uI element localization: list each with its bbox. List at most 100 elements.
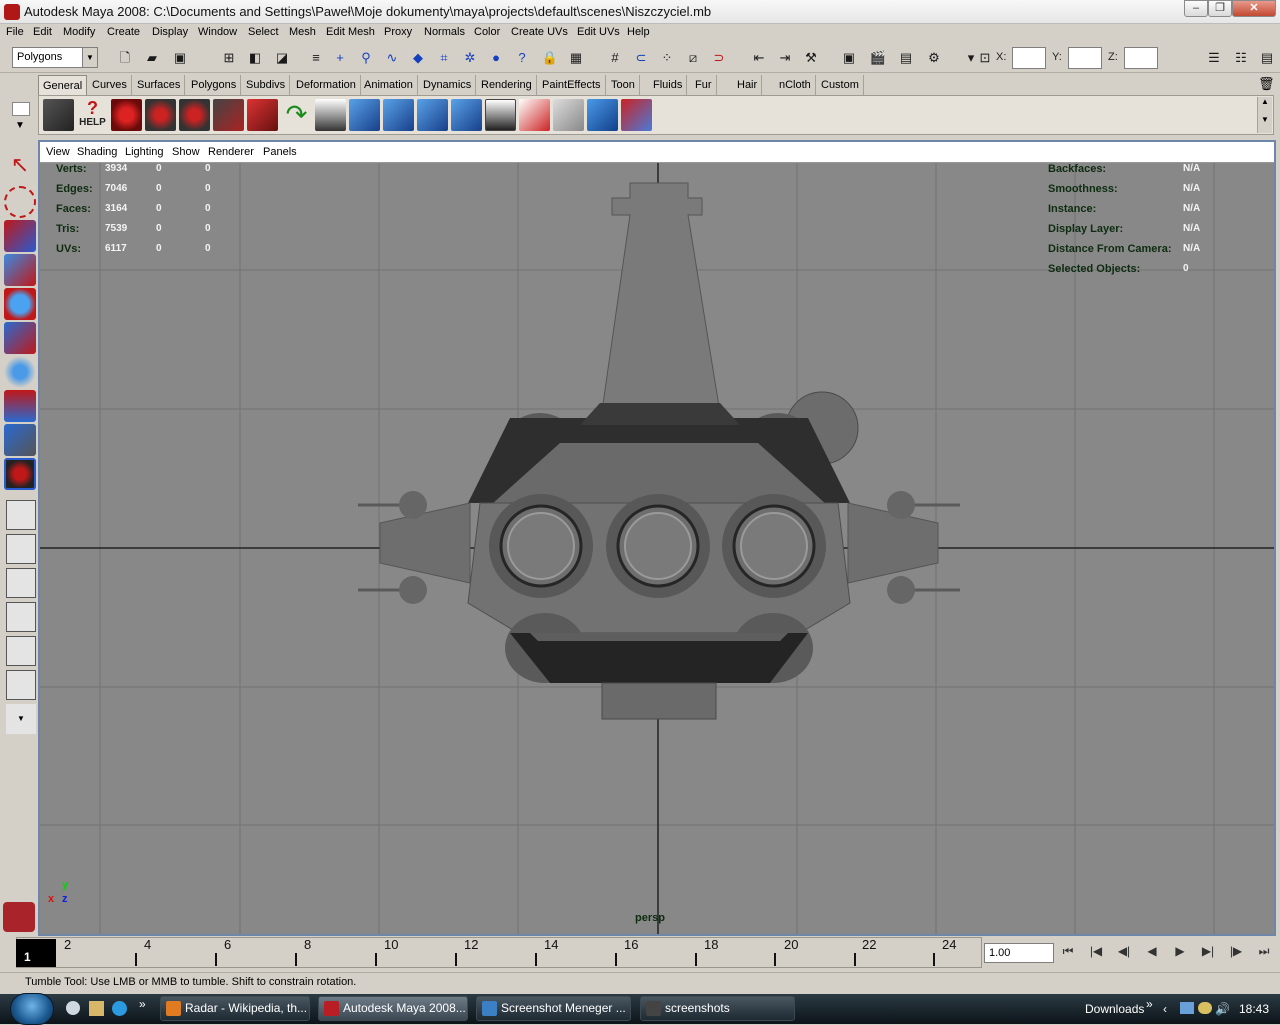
go-to-end-button[interactable]: ⏭	[1253, 944, 1275, 962]
play-backwards-button[interactable]: ◀	[1141, 944, 1163, 962]
scale-tool-icon[interactable]	[4, 322, 36, 354]
x-field[interactable]	[1012, 47, 1046, 69]
time-slider[interactable]	[16, 937, 982, 968]
show-manipulator-icon[interactable]	[4, 424, 36, 456]
select-deformations-icon[interactable]: ⌗	[435, 49, 453, 67]
select-object-icon[interactable]: ◧	[246, 49, 264, 67]
current-time-field[interactable]: 1.00	[984, 943, 1054, 963]
network-icon[interactable]	[1180, 1002, 1194, 1014]
select-handles-icon[interactable]: +	[331, 49, 349, 67]
input-connections-icon[interactable]: ⇤	[750, 49, 768, 67]
ik-handle-icon[interactable]	[179, 99, 210, 131]
menu-create-uvs[interactable]: Create UVs	[511, 26, 568, 38]
tab-rendering[interactable]: Rendering	[477, 75, 537, 95]
last-tool-icon[interactable]	[4, 458, 36, 490]
shelf-scrollbar[interactable]: ▲ ▼	[1257, 97, 1272, 133]
tab-painteffects[interactable]: PaintEffects	[538, 75, 606, 95]
play-forwards-button[interactable]: ▶	[1169, 944, 1191, 962]
minimize-button[interactable]: –	[1184, 0, 1208, 17]
tool-settings-toggle-icon[interactable]: ☷	[1232, 49, 1250, 67]
bend-deformer-icon[interactable]	[247, 99, 278, 131]
volume-icon[interactable]: 🔊	[1215, 1002, 1230, 1016]
tab-deformation[interactable]: Deformation	[292, 75, 361, 95]
move-tool-icon[interactable]	[4, 254, 36, 286]
key-rotate-icon[interactable]	[417, 99, 448, 131]
layout-persp-outliner-icon[interactable]	[6, 568, 36, 598]
task-maya[interactable]: Autodesk Maya 2008...	[318, 996, 468, 1021]
menu-modify[interactable]: Modify	[63, 26, 95, 38]
uv-editor-icon[interactable]	[553, 99, 584, 131]
layout-four-view-icon[interactable]	[6, 534, 36, 564]
cylinder-icon[interactable]	[315, 99, 346, 131]
menu-select[interactable]: Select	[248, 26, 279, 38]
maximize-button[interactable]: ❐	[1208, 0, 1232, 17]
menu-proxy[interactable]: Proxy	[384, 26, 412, 38]
universal-manipulator-icon[interactable]	[4, 356, 36, 388]
open-scene-icon[interactable]: ▰	[143, 49, 161, 67]
lasso-tool-icon[interactable]	[4, 186, 36, 218]
quicklaunch-folder-icon[interactable]	[89, 1001, 104, 1016]
hypershade-icon[interactable]: ⚙	[925, 49, 943, 67]
menu-window[interactable]: Window	[198, 26, 237, 38]
layout-hypershade-icon[interactable]	[6, 636, 36, 666]
step-back-key-button[interactable]: |◀	[1085, 944, 1107, 962]
highlight-selection-icon[interactable]: ▦	[567, 49, 585, 67]
save-scene-icon[interactable]: ▣	[171, 49, 189, 67]
menu-create[interactable]: Create	[107, 26, 140, 38]
rotate-tool-icon[interactable]	[4, 288, 36, 320]
tab-curves[interactable]: Curves	[88, 75, 132, 95]
vp-menu-shading[interactable]: Shading	[77, 146, 117, 158]
soft-mod-tool-icon[interactable]	[4, 390, 36, 422]
tab-hair[interactable]: Hair	[733, 75, 763, 95]
layout-more-icon[interactable]: ▼	[6, 704, 36, 734]
chevron-down-icon[interactable]: ▼	[82, 48, 97, 67]
vp-menu-view[interactable]: View	[46, 146, 70, 158]
channel-box-toggle-icon[interactable]: ▤	[1258, 49, 1276, 67]
make-live-icon[interactable]: ⊃	[710, 49, 728, 67]
current-frame-marker[interactable]	[16, 939, 56, 967]
menu-edit-mesh[interactable]: Edit Mesh	[326, 26, 375, 38]
layout-persp-trax-icon[interactable]	[6, 670, 36, 700]
undo-arrow-icon[interactable]: ↷	[281, 99, 312, 131]
show-desktop-icon[interactable]	[66, 1001, 80, 1015]
render-current-frame-icon[interactable]: ▣	[840, 49, 858, 67]
tab-fluids[interactable]: Fluids	[649, 75, 688, 95]
menu-help[interactable]: Help	[627, 26, 650, 38]
task-screenshots-folder[interactable]: screenshots	[640, 996, 795, 1021]
vp-menu-show[interactable]: Show	[172, 146, 200, 158]
tab-general[interactable]: General	[38, 75, 88, 95]
select-joints-icon[interactable]: ⚲	[357, 49, 375, 67]
new-scene-icon[interactable]: 🗋	[116, 49, 134, 67]
select-tool-icon[interactable]: ↖	[4, 152, 36, 184]
cube-blue-icon[interactable]	[587, 99, 618, 131]
paint-tool-icon[interactable]	[621, 99, 652, 131]
paint-select-tool-icon[interactable]	[4, 220, 36, 252]
output-connections-icon[interactable]: ⇥	[776, 49, 794, 67]
step-back-frame-button[interactable]: ◀|	[1113, 944, 1135, 962]
tab-surfaces[interactable]: Surfaces	[133, 75, 186, 95]
tab-subdivs[interactable]: Subdivs	[242, 75, 291, 95]
go-to-start-button[interactable]: ⏮	[1057, 944, 1079, 962]
vp-menu-panels[interactable]: Panels	[263, 146, 297, 158]
snap-point-icon[interactable]: ⁘	[658, 49, 676, 67]
snap-curve-icon[interactable]: ⊂	[632, 49, 650, 67]
snap-grid-icon[interactable]: #	[606, 49, 624, 67]
relative-transform-icon[interactable]: ⊡	[976, 49, 994, 67]
trash-icon[interactable]: 🗑	[1258, 76, 1275, 94]
tab-polygons[interactable]: Polygons	[187, 75, 242, 95]
select-misc-icon[interactable]: ?	[513, 49, 531, 67]
movie-icon[interactable]	[43, 99, 74, 131]
layout-single-persp-icon[interactable]	[6, 500, 36, 530]
menu-mesh[interactable]: Mesh	[289, 26, 316, 38]
lock-selection-icon[interactable]: 🔒	[541, 49, 559, 67]
tab-toon[interactable]: Toon	[607, 75, 640, 95]
tab-custom[interactable]: Custom	[817, 75, 864, 95]
downloads-more-icon[interactable]: »	[1146, 997, 1153, 1011]
scene-canvas[interactable]	[40, 163, 1274, 934]
tray-expand-icon[interactable]: ‹	[1163, 1002, 1167, 1016]
key-translate-icon[interactable]	[383, 99, 414, 131]
select-surfaces-icon[interactable]: ◆	[409, 49, 427, 67]
maya-logo-icon[interactable]	[3, 902, 35, 932]
select-curves-icon[interactable]: ∿	[383, 49, 401, 67]
menu-file[interactable]: File	[6, 26, 24, 38]
